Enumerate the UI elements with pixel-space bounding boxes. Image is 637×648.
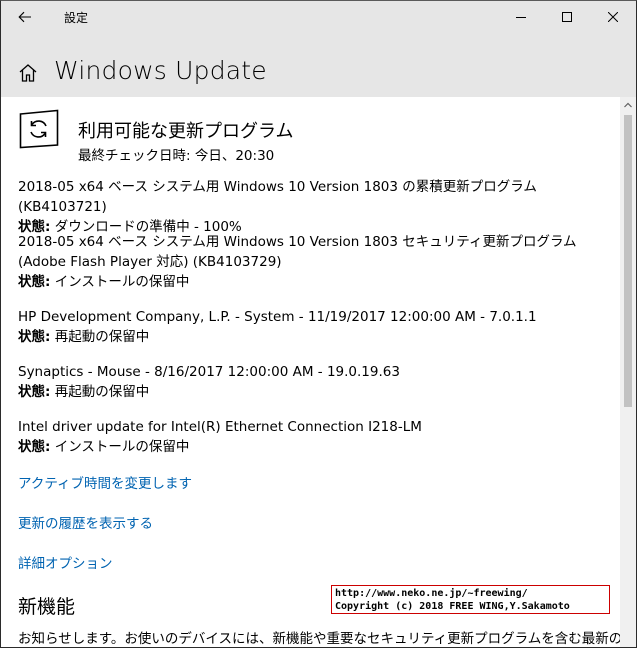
update-name: 2018-05 x64 ベース システム用 Windows 10 Version… bbox=[18, 179, 537, 215]
status-value: 再起動の保留中 bbox=[50, 384, 150, 400]
status-value: 再起動の保留中 bbox=[50, 329, 150, 345]
back-button[interactable] bbox=[1, 1, 49, 33]
watermark-url: http://www.neko.ne.jp/~freewing/ bbox=[335, 588, 528, 599]
copyright-watermark: http://www.neko.ne.jp/~freewing/ Copyrig… bbox=[331, 585, 610, 614]
update-name: Intel driver update for Intel(R) Etherne… bbox=[18, 419, 422, 435]
close-button[interactable] bbox=[590, 1, 636, 33]
last-check-time: 最終チェック日時: 今日、20:30 bbox=[78, 148, 275, 164]
window-title: 設定 bbox=[64, 11, 89, 25]
update-item: HP Development Company, L.P. - System - … bbox=[18, 307, 598, 347]
update-item: 2018-05 x64 ベース システム用 Windows 10 Version… bbox=[18, 177, 598, 237]
scroll-up-button[interactable] bbox=[620, 97, 636, 113]
update-name: Synaptics - Mouse - 8/16/2017 12:00:00 A… bbox=[18, 364, 400, 380]
advanced-options-link[interactable]: 詳細オプション bbox=[18, 552, 113, 572]
minimize-button[interactable] bbox=[498, 1, 544, 33]
update-status-line: 状態: 再起動の保留中 bbox=[18, 327, 598, 347]
settings-window: 設定 Windows Update 利用可能な更新プログラム 最終チェック日時:… bbox=[0, 0, 637, 648]
update-item: 2018-05 x64 ベース システム用 Windows 10 Version… bbox=[18, 232, 598, 292]
whats-new-description: お知らせします。お使いのデバイスには、新機能や重要なセキュリティ更新プログラムを… bbox=[18, 631, 620, 647]
title-bar: 設定 bbox=[1, 1, 636, 33]
status-heading: 利用可能な更新プログラム bbox=[78, 121, 294, 142]
main-content: 利用可能な更新プログラム 最終チェック日時: 今日、20:30 2018-05 … bbox=[1, 97, 620, 647]
change-active-hours-link[interactable]: アクティブ時間を変更します bbox=[18, 472, 192, 492]
maximize-icon bbox=[562, 12, 572, 22]
back-arrow-icon bbox=[18, 11, 31, 23]
update-status-line: 状態: インストールの保留中 bbox=[18, 272, 598, 292]
maximize-button[interactable] bbox=[544, 1, 590, 33]
home-button[interactable] bbox=[18, 63, 38, 83]
status-label: 状態: bbox=[18, 384, 51, 400]
status-value: インストールの保留中 bbox=[50, 274, 190, 290]
update-status-line: 状態: 再起動の保留中 bbox=[18, 382, 598, 402]
update-sync-icon bbox=[19, 109, 59, 149]
update-status-line: 状態: インストールの保留中 bbox=[18, 437, 598, 457]
scrollbar-thumb[interactable] bbox=[624, 115, 632, 407]
whats-new-heading: 新機能 bbox=[18, 596, 76, 618]
home-icon bbox=[19, 64, 37, 82]
status-value: インストールの保留中 bbox=[50, 439, 190, 455]
status-label: 状態: bbox=[18, 439, 51, 455]
update-name: 2018-05 x64 ベース システム用 Windows 10 Version… bbox=[18, 234, 577, 270]
status-label: 状態: bbox=[18, 274, 51, 290]
chevron-up-icon bbox=[624, 102, 632, 108]
page-title: Windows Update bbox=[54, 56, 267, 85]
update-item: Synaptics - Mouse - 8/16/2017 12:00:00 A… bbox=[18, 362, 598, 402]
watermark-copyright: Copyright (c) 2018 FREE WING,Y.Sakamoto bbox=[335, 601, 570, 612]
vertical-scrollbar[interactable] bbox=[620, 97, 636, 647]
update-name: HP Development Company, L.P. - System - … bbox=[18, 309, 537, 325]
status-label: 状態: bbox=[18, 329, 51, 345]
page-header: Windows Update bbox=[1, 33, 636, 97]
close-icon bbox=[608, 12, 618, 22]
minimize-icon bbox=[516, 17, 526, 18]
update-item: Intel driver update for Intel(R) Etherne… bbox=[18, 417, 598, 457]
view-update-history-link[interactable]: 更新の履歴を表示する bbox=[18, 512, 153, 532]
